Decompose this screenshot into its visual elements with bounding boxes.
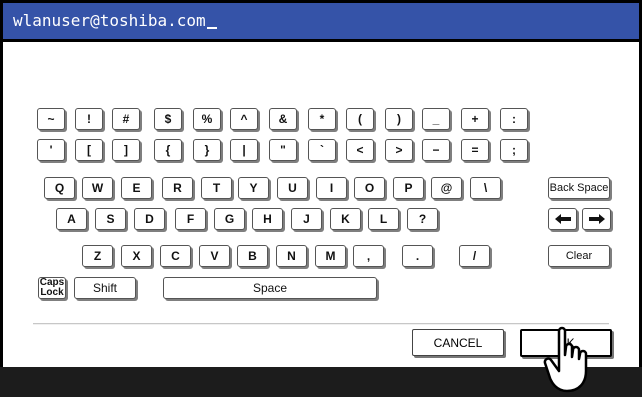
- left-frame-edge: [0, 42, 3, 367]
- key-s[interactable]: S: [95, 208, 126, 230]
- clear-key[interactable]: Clear: [548, 245, 610, 267]
- section-divider-highlight: [33, 324, 609, 325]
- key-row1-5[interactable]: %: [193, 108, 221, 130]
- key-row1-6[interactable]: ^: [230, 108, 258, 130]
- key-w[interactable]: W: [82, 177, 113, 199]
- key-k[interactable]: K: [330, 208, 361, 230]
- key-r[interactable]: R: [162, 177, 193, 199]
- cursor-left-key[interactable]: [548, 208, 577, 230]
- key-g[interactable]: G: [214, 208, 245, 230]
- key-p[interactable]: P: [393, 177, 424, 199]
- key-q[interactable]: Q: [44, 177, 75, 199]
- key-row1-11[interactable]: _: [422, 108, 450, 130]
- key-question[interactable]: ?: [407, 208, 438, 230]
- key-f[interactable]: F: [175, 208, 206, 230]
- key-u[interactable]: U: [277, 177, 308, 199]
- shift-key[interactable]: Shift: [74, 277, 136, 299]
- key-v[interactable]: V: [199, 245, 230, 267]
- key-i[interactable]: I: [316, 177, 347, 199]
- key-h[interactable]: H: [252, 208, 283, 230]
- text-caret: [206, 27, 217, 29]
- key-row2-6[interactable]: |: [230, 139, 258, 161]
- key-o[interactable]: O: [354, 177, 385, 199]
- key-z[interactable]: Z: [82, 245, 113, 267]
- key-row2-9[interactable]: <: [346, 139, 374, 161]
- caps-lock-label-2: Lock: [40, 287, 64, 298]
- key-row2-1[interactable]: ': [37, 139, 65, 161]
- key-e[interactable]: E: [121, 177, 152, 199]
- space-key[interactable]: Space: [163, 277, 377, 299]
- key-row2-7[interactable]: ": [269, 139, 297, 161]
- key-at[interactable]: @: [431, 177, 462, 199]
- key-b[interactable]: B: [237, 245, 268, 267]
- arrow-right-icon: [588, 214, 605, 224]
- cancel-button[interactable]: CANCEL: [412, 329, 504, 356]
- key-row2-3[interactable]: ]: [112, 139, 140, 161]
- key-period[interactable]: .: [402, 245, 433, 267]
- key-row2-8[interactable]: `: [308, 139, 336, 161]
- input-display[interactable]: wlanuser@toshiba.com: [3, 3, 639, 39]
- key-row2-4[interactable]: {: [154, 139, 182, 161]
- arrow-left-icon: [554, 214, 571, 224]
- key-d[interactable]: D: [134, 208, 165, 230]
- key-row1-12[interactable]: +: [461, 108, 489, 130]
- hand-pointer-icon: [543, 326, 588, 393]
- key-slash[interactable]: /: [459, 245, 490, 267]
- key-row1-3[interactable]: #: [112, 108, 140, 130]
- key-y[interactable]: Y: [238, 177, 269, 199]
- key-row1-2[interactable]: !: [75, 108, 103, 130]
- backspace-key[interactable]: Back Space: [548, 177, 610, 199]
- key-row1-10[interactable]: ): [385, 108, 413, 130]
- key-j[interactable]: J: [291, 208, 322, 230]
- key-row1-4[interactable]: $: [154, 108, 182, 130]
- key-row2-12[interactable]: =: [461, 139, 489, 161]
- key-m[interactable]: M: [315, 245, 346, 267]
- key-row1-13[interactable]: :: [500, 108, 528, 130]
- key-row1-9[interactable]: (: [346, 108, 374, 130]
- caps-lock-key[interactable]: Caps Lock: [38, 277, 66, 299]
- key-row2-13[interactable]: ;: [500, 139, 528, 161]
- key-c[interactable]: C: [160, 245, 191, 267]
- key-x[interactable]: X: [121, 245, 152, 267]
- cursor-right-key[interactable]: [582, 208, 611, 230]
- input-value: wlanuser@toshiba.com: [13, 11, 206, 30]
- title-frame: wlanuser@toshiba.com: [0, 0, 642, 42]
- key-comma[interactable]: ,: [353, 245, 384, 267]
- key-row2-10[interactable]: >: [385, 139, 413, 161]
- key-row1-1[interactable]: ~: [37, 108, 65, 130]
- key-row2-2[interactable]: [: [75, 139, 103, 161]
- key-row1-8[interactable]: *: [308, 108, 336, 130]
- key-backslash[interactable]: \: [470, 177, 501, 199]
- key-a[interactable]: A: [56, 208, 87, 230]
- key-t[interactable]: T: [201, 177, 232, 199]
- key-row1-7[interactable]: &: [269, 108, 297, 130]
- key-n[interactable]: N: [276, 245, 307, 267]
- key-row2-5[interactable]: }: [193, 139, 221, 161]
- key-row2-11[interactable]: −: [422, 139, 450, 161]
- key-l[interactable]: L: [368, 208, 399, 230]
